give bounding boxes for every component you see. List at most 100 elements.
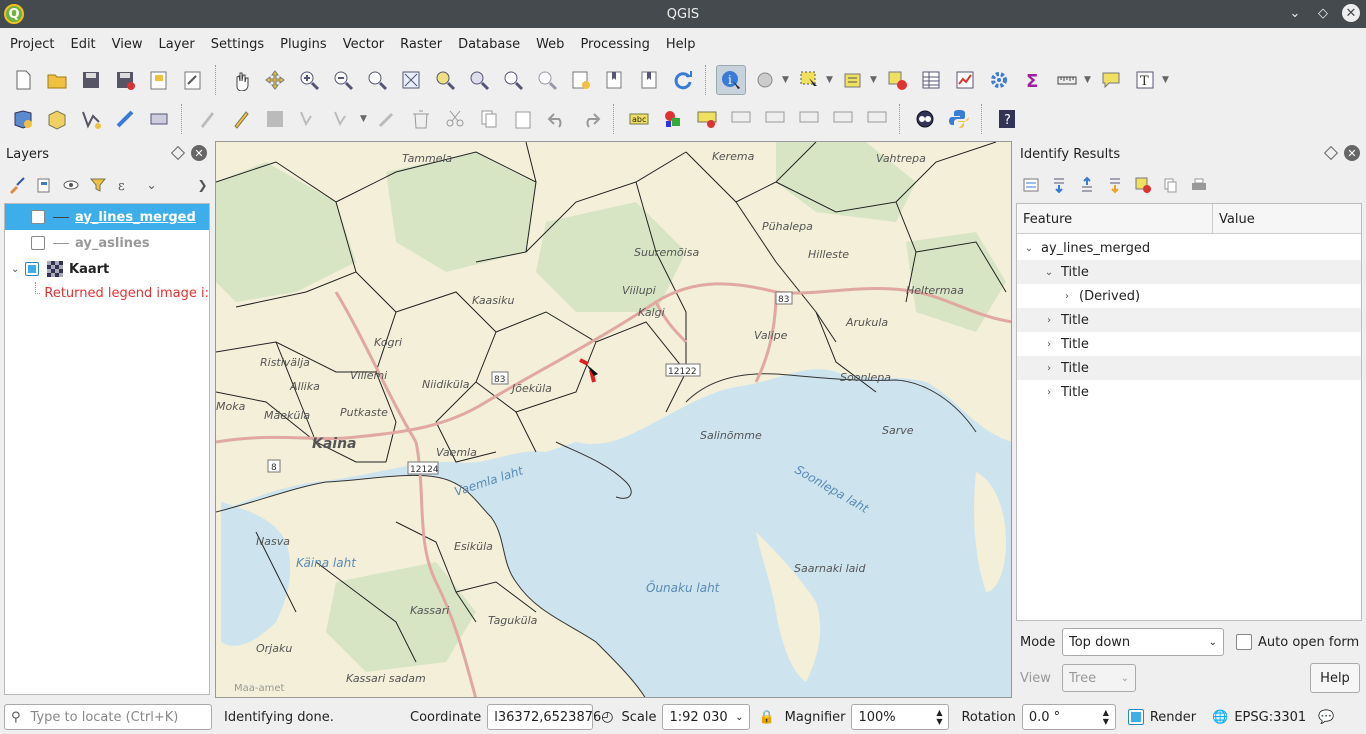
close-panel-icon[interactable]: ✕ xyxy=(191,145,207,161)
crs-label[interactable]: EPSG:3301 xyxy=(1234,710,1306,725)
chevron-right-icon[interactable]: › xyxy=(1043,315,1055,326)
layer-visibility-checkbox[interactable] xyxy=(25,262,39,276)
zoom-last-icon[interactable] xyxy=(498,65,528,95)
chevron-down-icon[interactable]: ⌄ xyxy=(1023,243,1035,254)
menu-help[interactable]: Help xyxy=(660,37,702,52)
view-select[interactable]: Tree ⌄ xyxy=(1062,664,1136,692)
new-shapefile-icon[interactable] xyxy=(76,104,106,134)
field-calculator-sigma-icon[interactable]: Σ xyxy=(1018,65,1048,95)
magnifier-spinbox[interactable]: 100% ▲ ▼ xyxy=(851,704,950,730)
menu-web[interactable]: Web xyxy=(530,37,570,52)
zoom-next-icon[interactable] xyxy=(532,65,562,95)
map-tips-icon[interactable] xyxy=(1096,65,1126,95)
chevron-down-icon[interactable]: ▼ xyxy=(360,114,370,124)
new-spatialite-icon[interactable] xyxy=(110,104,140,134)
run-action-icon[interactable] xyxy=(750,65,780,95)
deselect-all-icon[interactable] xyxy=(882,65,912,95)
save-project-icon[interactable] xyxy=(76,65,106,95)
scale-select[interactable]: 1:92 030 ⌄ xyxy=(662,704,751,730)
new-geopackage-icon[interactable] xyxy=(42,104,72,134)
open-project-icon[interactable] xyxy=(42,65,72,95)
menu-raster[interactable]: Raster xyxy=(394,37,448,52)
copy-features-icon[interactable] xyxy=(474,104,504,134)
highlight-pinned-labels-icon[interactable] xyxy=(726,104,756,134)
spin-arrows-icon[interactable]: ▲ ▼ xyxy=(936,708,942,726)
result-row[interactable]: › Title xyxy=(1017,356,1361,380)
pan-map-icon[interactable] xyxy=(226,65,256,95)
paste-features-icon[interactable] xyxy=(508,104,538,134)
chevron-right-icon[interactable]: › xyxy=(1043,387,1055,398)
identify-results-tree[interactable]: Feature Value ⌄ ay_lines_merged ⌄ Title … xyxy=(1016,203,1362,621)
layer-visibility-checkbox[interactable] xyxy=(31,210,45,224)
refresh-icon[interactable] xyxy=(668,65,698,95)
zoom-out-icon[interactable] xyxy=(328,65,358,95)
rotate-label-icon[interactable] xyxy=(828,104,858,134)
pan-to-selection-icon[interactable] xyxy=(260,65,290,95)
expand-tree-icon[interactable] xyxy=(1048,174,1070,196)
zoom-full-icon[interactable] xyxy=(396,65,426,95)
move-label-icon[interactable] xyxy=(794,104,824,134)
collapse-tree-icon[interactable] xyxy=(1076,174,1098,196)
new-bookmark-icon[interactable] xyxy=(600,65,630,95)
print-icon[interactable] xyxy=(1188,174,1210,196)
layer-item-ay-aslines[interactable]: ay_aslines xyxy=(5,230,209,256)
crs-globe-icon[interactable]: 🌐 xyxy=(1212,710,1228,725)
auto-open-form-checkbox[interactable] xyxy=(1236,634,1252,650)
attribute-table-icon[interactable] xyxy=(916,65,946,95)
chevron-down-icon[interactable]: ▼ xyxy=(1084,75,1094,85)
clear-results-icon[interactable] xyxy=(1132,174,1154,196)
labeling-abc-icon[interactable]: abc xyxy=(624,104,654,134)
coordinate-toggle-icon[interactable]: ◴ xyxy=(601,709,613,725)
result-row[interactable]: › Title xyxy=(1017,380,1361,404)
expand-new-results-icon[interactable] xyxy=(1104,174,1126,196)
chevron-down-icon[interactable]: ⌄ xyxy=(141,174,162,196)
manage-visibility-eye-icon[interactable] xyxy=(60,174,81,196)
menu-edit[interactable]: Edit xyxy=(64,37,101,52)
layer-item-ay-lines-merged[interactable]: ay_lines_merged xyxy=(5,204,209,230)
chevron-right-icon[interactable]: › xyxy=(1043,339,1055,350)
column-header-value[interactable]: Value xyxy=(1213,204,1361,233)
float-panel-icon[interactable] xyxy=(1323,145,1339,161)
messages-icon[interactable]: 💬 xyxy=(1318,710,1334,725)
current-edits-icon[interactable] xyxy=(192,104,222,134)
float-panel-icon[interactable] xyxy=(170,145,186,161)
rotation-spinbox[interactable]: 0.0 ° ▲ ▼ xyxy=(1021,704,1116,730)
python-console-icon[interactable] xyxy=(944,104,974,134)
layer-item-kaart[interactable]: ⌄ Kaart xyxy=(5,256,209,282)
result-row[interactable]: › (Derived) xyxy=(1017,284,1361,308)
zoom-in-icon[interactable] xyxy=(294,65,324,95)
show-bookmarks-icon[interactable] xyxy=(634,65,664,95)
chevron-down-icon[interactable]: ⌄ xyxy=(11,264,25,275)
identify-features-icon[interactable]: i xyxy=(716,65,746,95)
cut-features-scissors-icon[interactable] xyxy=(440,104,470,134)
add-group-icon[interactable] xyxy=(33,174,54,196)
menu-layer[interactable]: Layer xyxy=(153,37,201,52)
menu-plugins[interactable]: Plugins xyxy=(274,37,333,52)
toggle-editing-pencil-icon[interactable] xyxy=(226,104,256,134)
mode-select[interactable]: Top down ⌄ xyxy=(1062,628,1224,656)
menu-database[interactable]: Database xyxy=(452,37,526,52)
open-form-icon[interactable] xyxy=(1020,174,1042,196)
result-row[interactable]: ⌄ Title xyxy=(1017,260,1361,284)
close-panel-icon[interactable]: ✕ xyxy=(1344,145,1360,161)
menu-settings[interactable]: Settings xyxy=(205,37,270,52)
chevron-down-icon[interactable]: ▼ xyxy=(782,75,792,85)
data-source-manager-icon[interactable] xyxy=(8,104,38,134)
show-hide-labels-icon[interactable] xyxy=(760,104,790,134)
chevron-down-icon[interactable]: ▼ xyxy=(870,75,880,85)
select-features-icon[interactable] xyxy=(794,65,824,95)
chevron-right-icon[interactable]: › xyxy=(1061,291,1073,302)
chevron-down-icon[interactable]: ⌄ xyxy=(1043,267,1055,278)
map-render[interactable]: Vaemla laht Soonlepa laht Käina laht Õun… xyxy=(216,142,1012,698)
zoom-to-layer-icon[interactable] xyxy=(464,65,494,95)
render-checkbox[interactable] xyxy=(1127,709,1144,725)
layout-manager-icon[interactable] xyxy=(178,65,208,95)
redo-icon[interactable] xyxy=(576,104,606,134)
menu-project[interactable]: Project xyxy=(4,37,60,52)
close-window-icon[interactable]: ✕ xyxy=(1342,4,1360,22)
save-as-icon[interactable] xyxy=(110,65,140,95)
zoom-native-icon[interactable] xyxy=(362,65,392,95)
help-question-icon[interactable]: ? xyxy=(992,104,1022,134)
layer-styling-brush-icon[interactable] xyxy=(6,174,27,196)
save-edits-icon[interactable] xyxy=(260,104,290,134)
